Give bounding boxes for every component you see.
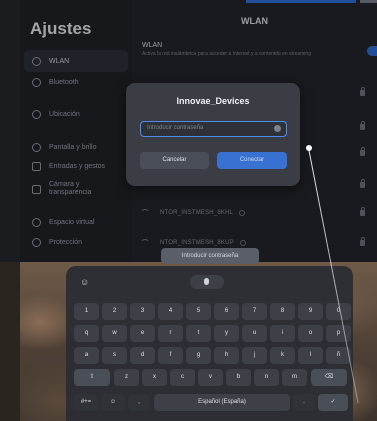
- key-b[interactable]: b: [226, 369, 251, 386]
- emoji-key[interactable]: ☺: [80, 277, 89, 287]
- emoji-key-bottom[interactable]: ☺: [101, 394, 125, 411]
- key-8[interactable]: 8: [270, 303, 295, 320]
- key-a[interactable]: a: [74, 347, 99, 364]
- key-l[interactable]: l: [298, 347, 323, 364]
- key-1[interactable]: 1: [74, 303, 99, 320]
- wifi-password-dialog: Innovae_Devices Introducir contraseña Ca…: [126, 83, 300, 186]
- background-shadow: [0, 262, 20, 421]
- dialog-title: Innovae_Devices: [176, 96, 250, 106]
- key-g[interactable]: g: [186, 347, 211, 364]
- virtual-keyboard: ☺ 1234567890 qwertyuiop asdfghjklñ ⇧ ⌫ z…: [66, 266, 353, 421]
- key-i[interactable]: i: [270, 325, 295, 342]
- keyboard-row-top: qwertyuiop: [66, 325, 353, 345]
- key-p[interactable]: p: [326, 325, 351, 342]
- enter-key[interactable]: ✓: [318, 394, 348, 411]
- backspace-key[interactable]: ⌫: [311, 369, 347, 386]
- key-z[interactable]: z: [114, 369, 139, 386]
- key-c[interactable]: c: [170, 369, 195, 386]
- key-9[interactable]: 9: [298, 303, 323, 320]
- key-6[interactable]: 6: [214, 303, 239, 320]
- key-m[interactable]: m: [282, 369, 307, 386]
- keyboard-row-bottom: ⇧ ⌫ zxcvbnm: [66, 369, 353, 389]
- password-input[interactable]: Introducir contraseña: [140, 121, 287, 137]
- microphone-icon: [204, 278, 209, 285]
- keyboard-row-middle: asdfghjklñ: [66, 347, 353, 367]
- comma-key[interactable]: ,: [128, 394, 150, 411]
- key-v[interactable]: v: [198, 369, 223, 386]
- microphone-button[interactable]: [190, 275, 224, 289]
- key-5[interactable]: 5: [186, 303, 211, 320]
- key-q[interactable]: q: [74, 325, 99, 342]
- eye-icon[interactable]: [274, 125, 281, 132]
- key-k[interactable]: k: [270, 347, 295, 364]
- key-o[interactable]: o: [298, 325, 323, 342]
- key-n[interactable]: n: [254, 369, 279, 386]
- key-h[interactable]: h: [214, 347, 239, 364]
- key-3[interactable]: 3: [130, 303, 155, 320]
- key-y[interactable]: y: [214, 325, 239, 342]
- period-key[interactable]: .: [293, 394, 315, 411]
- password-placeholder: Introducir contraseña: [147, 125, 204, 131]
- keyboard-input-preview: Introducir contraseña: [161, 248, 259, 264]
- key-u[interactable]: u: [242, 325, 267, 342]
- key-7[interactable]: 7: [242, 303, 267, 320]
- key-r[interactable]: r: [158, 325, 183, 342]
- key-2[interactable]: 2: [102, 303, 127, 320]
- pointer-cursor: [306, 145, 312, 151]
- symbols-key[interactable]: #+=: [74, 394, 98, 411]
- space-key[interactable]: Español (España): [154, 394, 290, 411]
- key-x[interactable]: x: [142, 369, 167, 386]
- key-j[interactable]: j: [242, 347, 267, 364]
- key-f[interactable]: f: [158, 347, 183, 364]
- key-d[interactable]: d: [130, 347, 155, 364]
- keyboard-top-bar: ☺: [66, 273, 353, 293]
- key-4[interactable]: 4: [158, 303, 183, 320]
- key-t[interactable]: t: [186, 325, 211, 342]
- connect-button[interactable]: Conectar: [217, 152, 287, 169]
- shift-key[interactable]: ⇧: [74, 369, 110, 386]
- keyboard-row-space: #+= ☺ , Español (España) . ✓: [66, 394, 353, 414]
- cancel-button[interactable]: Cancelar: [140, 152, 209, 169]
- key-e[interactable]: e: [130, 325, 155, 342]
- keyboard-row-numbers: 1234567890: [66, 303, 353, 323]
- key-w[interactable]: w: [102, 325, 127, 342]
- key-s[interactable]: s: [102, 347, 127, 364]
